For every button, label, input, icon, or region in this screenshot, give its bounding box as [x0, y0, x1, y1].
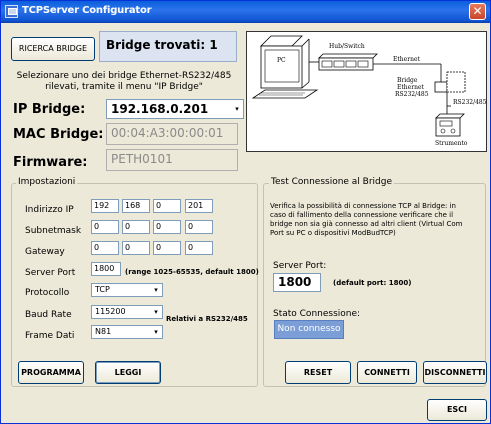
- gateway-octet-2-input[interactable]: 0: [122, 241, 150, 255]
- subnet-octet-3-input[interactable]: 0: [153, 220, 181, 234]
- connection-status-badge: Non connesso: [274, 320, 344, 339]
- frame-data-label: Frame Dati: [25, 331, 75, 341]
- firmware-label: Firmware:: [13, 155, 88, 170]
- close-icon[interactable]: ✕: [472, 4, 482, 18]
- protocol-value: TCP: [95, 285, 110, 294]
- ip-octet-4-input[interactable]: 201: [185, 199, 213, 213]
- test-port-hint: (default port: 1800): [333, 279, 412, 287]
- bridge-icon: [434, 71, 466, 93]
- gateway-octet-4-input[interactable]: 0: [185, 241, 213, 255]
- ip-bridge-value: 192.168.0.201: [111, 102, 209, 116]
- ip-octet-1-input[interactable]: 192: [91, 199, 119, 213]
- program-button[interactable]: PROGRAMMA: [18, 361, 84, 384]
- device-label: Strumento: [435, 140, 468, 147]
- instruction-line-1: Selezionare uno dei bridge Ethernet-RS23…: [16, 71, 232, 81]
- chevron-down-icon[interactable]: ▾: [150, 306, 162, 318]
- test-description-line-4: Port su PC o dispositivi ModBudTCP): [270, 229, 396, 237]
- chevron-down-icon[interactable]: ▾: [150, 284, 162, 296]
- pc-label: PC: [277, 57, 286, 64]
- test-description-line-3: bridge non sia già connesso ad altri cli…: [270, 220, 463, 228]
- server-port-input[interactable]: 1800: [91, 262, 121, 276]
- subnet-octet-1-input[interactable]: 0: [91, 220, 119, 234]
- network-diagram-drawing: PC Hub/Switch Ethernet Bridge Ethernet R…: [251, 35, 487, 147]
- window-title: TCPServer Configurator: [22, 5, 152, 16]
- exit-button[interactable]: ESCI: [427, 399, 487, 421]
- search-bridge-button[interactable]: RICERCA BRIDGE: [11, 37, 95, 61]
- configurator-window: TCPServer Configurator ✕ RICERCA BRIDGE …: [0, 0, 491, 424]
- bridge-label-line-2: Ethernet: [397, 84, 424, 91]
- firmware-field: PETH0101: [106, 149, 238, 171]
- baud-rate-select[interactable]: 115200 ▾: [91, 305, 163, 319]
- bridges-found-label: Bridge trovati: 1: [99, 31, 237, 62]
- close-button[interactable]: ✕: [469, 3, 486, 20]
- server-port-label: Server Port: [25, 268, 76, 278]
- settings-group-title: Impostazioni: [16, 177, 78, 187]
- read-button[interactable]: LEGGI: [95, 361, 161, 384]
- protocol-select[interactable]: TCP ▾: [91, 283, 163, 297]
- baud-rate-label: Baud Rate: [25, 310, 72, 320]
- subnet-octet-4-input[interactable]: 0: [185, 220, 213, 234]
- rs-label: RS232/485: [453, 99, 487, 106]
- device-icon: [435, 113, 465, 137]
- ethernet-label: Ethernet: [393, 56, 420, 63]
- gateway-octet-1-input[interactable]: 0: [91, 241, 119, 255]
- protocol-label: Protocollo: [25, 288, 70, 298]
- reset-button[interactable]: RESET: [285, 361, 351, 384]
- ip-address-label: Indirizzo IP: [25, 205, 74, 215]
- connect-button[interactable]: CONNETTI: [357, 361, 417, 384]
- app-icon: [5, 5, 18, 18]
- hub-icon: [318, 53, 378, 71]
- ip-bridge-select[interactable]: 192.168.0.201 ▾: [106, 99, 244, 119]
- pc-icon: [251, 35, 319, 99]
- server-port-hint: (range 1025-65535, default 1800): [125, 268, 259, 276]
- chevron-down-icon[interactable]: ▾: [150, 326, 162, 338]
- test-description-line-1: Verifica la possibilità di connessione T…: [270, 202, 456, 210]
- ip-bridge-label: IP Bridge:: [13, 102, 86, 117]
- test-description-line-2: caso di fallimento della connessione ver…: [270, 211, 454, 219]
- test-port-input[interactable]: 1800: [273, 273, 321, 292]
- subnet-octet-2-input[interactable]: 0: [122, 220, 150, 234]
- chevron-down-icon[interactable]: ▾: [231, 100, 243, 118]
- frame-data-select[interactable]: N81 ▾: [91, 325, 163, 339]
- hub-label: Hub/Switch: [329, 43, 365, 50]
- test-port-label: Server Port:: [273, 261, 327, 271]
- mac-bridge-label: MAC Bridge:: [13, 127, 104, 142]
- network-diagram: PC Hub/Switch Ethernet Bridge Ethernet R…: [246, 31, 487, 152]
- title-bar[interactable]: TCPServer Configurator ✕: [1, 1, 490, 23]
- bridge-label-line-3: RS232/485: [395, 91, 429, 98]
- ip-octet-2-input[interactable]: 168: [122, 199, 150, 213]
- instruction-line-2: rilevati, tramite il menu "IP Bridge": [45, 82, 203, 92]
- subnet-label: Subnetmask: [25, 226, 82, 236]
- connection-test-title: Test Connessione al Bridge: [269, 177, 395, 187]
- ip-octet-3-input[interactable]: 0: [153, 199, 181, 213]
- frame-data-value: N81: [95, 327, 112, 336]
- connection-status-label: Stato Connessione:: [273, 309, 361, 319]
- baud-rate-value: 115200: [95, 307, 126, 316]
- rs-note: Relativi a RS232/485: [166, 315, 248, 323]
- disconnect-button[interactable]: DISCONNETTI: [423, 361, 487, 384]
- mac-bridge-field: 00:04:A3:00:00:01: [106, 123, 238, 145]
- gateway-octet-3-input[interactable]: 0: [153, 241, 181, 255]
- gateway-label: Gateway: [25, 247, 65, 257]
- bridge-label-line-1: Bridge: [397, 77, 418, 84]
